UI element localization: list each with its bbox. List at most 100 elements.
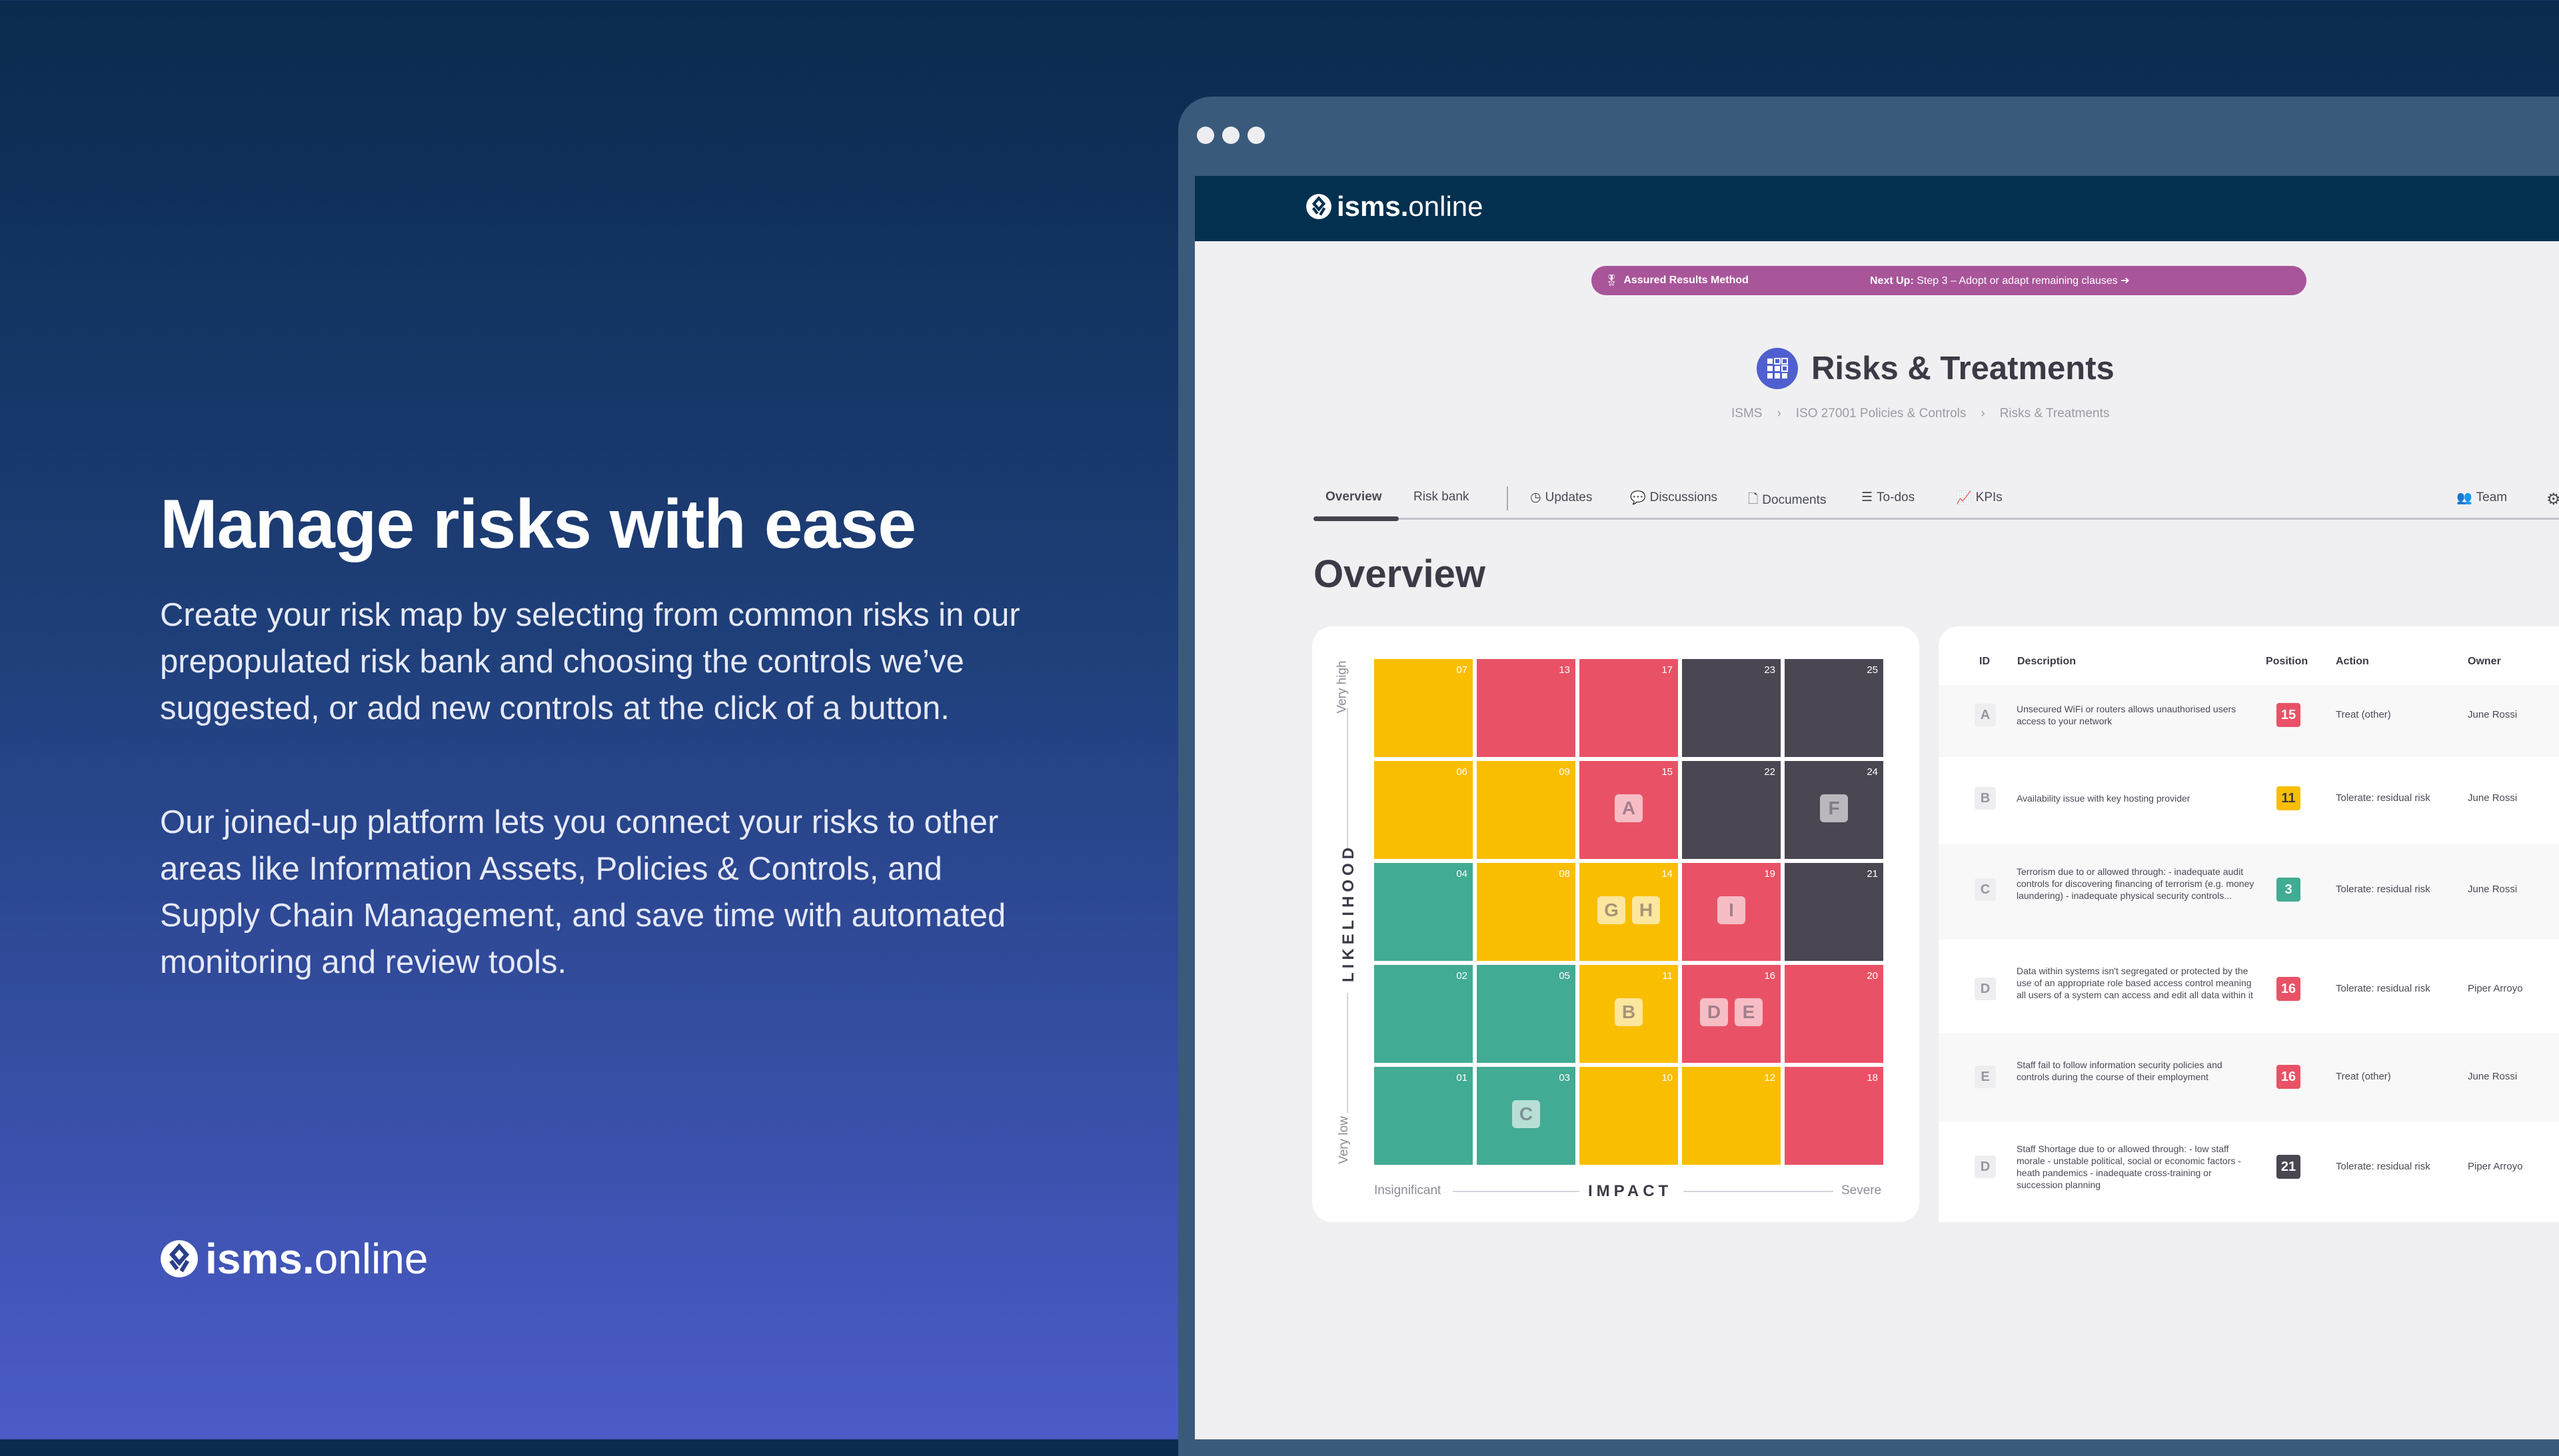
tab-updates[interactable]: ◷ Updates (1530, 490, 1592, 505)
matrix-cell[interactable]: 13 (1477, 659, 1575, 757)
matrix-cell[interactable]: 15 A (1579, 761, 1678, 859)
risk-owner: Piper Arroyo (2468, 983, 2523, 994)
award-icon: 🎖 (1605, 275, 1619, 287)
tab-documents[interactable]: 🗋 Documents (1748, 490, 1826, 511)
app-logo[interactable]: isms. online (1305, 191, 1483, 223)
cell-score: 22 (1764, 766, 1775, 778)
tab-to-dos[interactable]: ☰ To-dos (1861, 490, 1915, 505)
risk-owner: June Rossi (2468, 1071, 2518, 1082)
clock-icon: ◷ (1530, 490, 1541, 504)
risk-marker[interactable]: I (1717, 896, 1745, 924)
matrix-cell[interactable]: 24 F (1785, 761, 1883, 859)
cell-score: 04 (1456, 868, 1467, 880)
cell-score: 09 (1559, 766, 1570, 778)
risk-marker[interactable]: C (1512, 1100, 1540, 1128)
matrix-cell[interactable]: 09 (1477, 761, 1575, 859)
list-icon: ☰ (1861, 490, 1873, 504)
matrix-cell[interactable]: 25 (1785, 659, 1883, 757)
risk-owner: June Rossi (2468, 709, 2518, 720)
brand-logo: isms. online (159, 1234, 428, 1283)
matrix-cell[interactable]: 21 (1785, 863, 1883, 961)
document-icon: 🗋 (1748, 492, 1759, 506)
brand-light: online (314, 1235, 428, 1283)
tab-kpis[interactable]: 📈 KPIs (1956, 490, 2003, 506)
matrix-cell[interactable]: 11 B (1579, 965, 1678, 1063)
risk-id: A (1975, 704, 1996, 726)
cell-score: 03 (1559, 1072, 1570, 1084)
breadcrumb-item[interactable]: ISMS (1731, 406, 1762, 421)
tab-risk-bank[interactable]: Risk bank (1413, 490, 1469, 504)
breadcrumb-item[interactable]: ISO 27001 Policies & Controls (1796, 406, 1967, 421)
tab-bar: Overview Risk bank ◷ Updates 💬 Discussions… (1313, 486, 2559, 521)
tab-divider (1507, 486, 1508, 510)
impact-low-label: Insignificant (1374, 1183, 1441, 1197)
col-header-owner: Owner (2468, 656, 2501, 667)
page-title: Risks & Treatments (1757, 348, 2115, 389)
risk-id: C (1975, 878, 1996, 901)
matrix-cell[interactable]: 16 D E (1682, 965, 1781, 1063)
active-tab-indicator (1313, 516, 1399, 521)
risk-marker[interactable]: D (1700, 998, 1728, 1026)
matrix-cell[interactable]: 06 (1374, 761, 1473, 859)
settings-gear-icon[interactable]: ⚙ (2546, 490, 2559, 509)
cell-score: 02 (1456, 970, 1467, 982)
position-badge: 21 (2276, 1155, 2300, 1179)
hero-title: Manage risks with ease (160, 486, 916, 563)
assured-results-banner[interactable]: 🎖 Assured Results Method Next Up: Step 3… (1591, 266, 2306, 295)
chat-icon: 💬 (1630, 491, 1646, 505)
matrix-cell[interactable]: 12 (1682, 1067, 1781, 1165)
team-icon: 👥 (2456, 491, 2472, 505)
matrix-cell[interactable]: 05 (1477, 965, 1575, 1063)
matrix-cell[interactable]: 18 (1785, 1067, 1883, 1165)
matrix-cell[interactable]: 23 (1682, 659, 1781, 757)
matrix-cell[interactable]: 17 (1579, 659, 1678, 757)
matrix-cell[interactable]: 07 (1374, 659, 1473, 757)
risk-marker[interactable]: A (1615, 794, 1643, 822)
col-header-description: Description (2017, 656, 2077, 667)
cell-score: 15 (1661, 766, 1673, 778)
position-badge: 16 (2276, 977, 2300, 1001)
cell-score: 11 (1662, 970, 1673, 982)
risk-marker[interactable]: B (1615, 998, 1643, 1026)
hero-paragraph-2: Our joined-up platform lets you connect … (160, 804, 1006, 980)
matrix-cell[interactable]: 01 (1374, 1067, 1473, 1165)
position-badge: 3 (2276, 878, 2300, 902)
banner-label: Assured Results Method (1623, 275, 1749, 286)
brand-bold: isms. (1337, 191, 1409, 222)
risk-marker[interactable]: G (1597, 896, 1625, 924)
matrix-cell[interactable]: 19 I (1682, 863, 1781, 961)
risk-marker[interactable]: H (1632, 896, 1660, 924)
hero-paragraph-1: Create your risk map by selecting from c… (160, 597, 1020, 726)
impact-axis-title: IMPACT (1588, 1182, 1673, 1200)
matrix-cell[interactable]: 08 (1477, 863, 1575, 961)
cell-score: 01 (1456, 1072, 1467, 1084)
risk-marker[interactable]: F (1820, 794, 1848, 822)
tab-discussions[interactable]: 💬 Discussions (1630, 490, 1717, 506)
tab-label: Overview (1325, 490, 1382, 504)
cell-score: 17 (1661, 664, 1673, 676)
cell-score: 25 (1867, 664, 1878, 676)
tab-overview[interactable]: Overview (1325, 490, 1382, 504)
breadcrumb-item: Risks & Treatments (1999, 406, 2110, 420)
tab-label: Updates (1545, 490, 1593, 504)
tab-label: To-dos (1877, 490, 1915, 504)
matrix-cell[interactable]: 22 (1682, 761, 1781, 859)
risk-id: D (1975, 978, 1996, 1000)
team-button[interactable]: 👥 Team (2456, 490, 2507, 506)
matrix-cell[interactable]: 20 (1785, 965, 1883, 1063)
risk-action: Tolerate: residual risk (2336, 1161, 2430, 1172)
matrix-cell[interactable]: 03 C (1477, 1067, 1575, 1165)
matrix-cell[interactable]: 10 (1579, 1067, 1678, 1165)
window-dot (1222, 127, 1240, 144)
risk-owner: June Rossi (2468, 792, 2518, 804)
matrix-cell[interactable]: 14 G H (1579, 863, 1678, 961)
team-label: Team (2476, 490, 2508, 504)
cell-score: 21 (1867, 868, 1878, 880)
risk-marker[interactable]: E (1735, 998, 1763, 1026)
risk-owner: Piper Arroyo (2468, 1161, 2523, 1172)
impact-high-label: Severe (1841, 1183, 1882, 1197)
risk-description: Staff fail to follow information securit… (2017, 1060, 2222, 1082)
matrix-cell[interactable]: 04 (1374, 863, 1473, 961)
arrow-circle-icon[interactable]: ➔ (2121, 275, 2129, 287)
matrix-cell[interactable]: 02 (1374, 965, 1473, 1063)
